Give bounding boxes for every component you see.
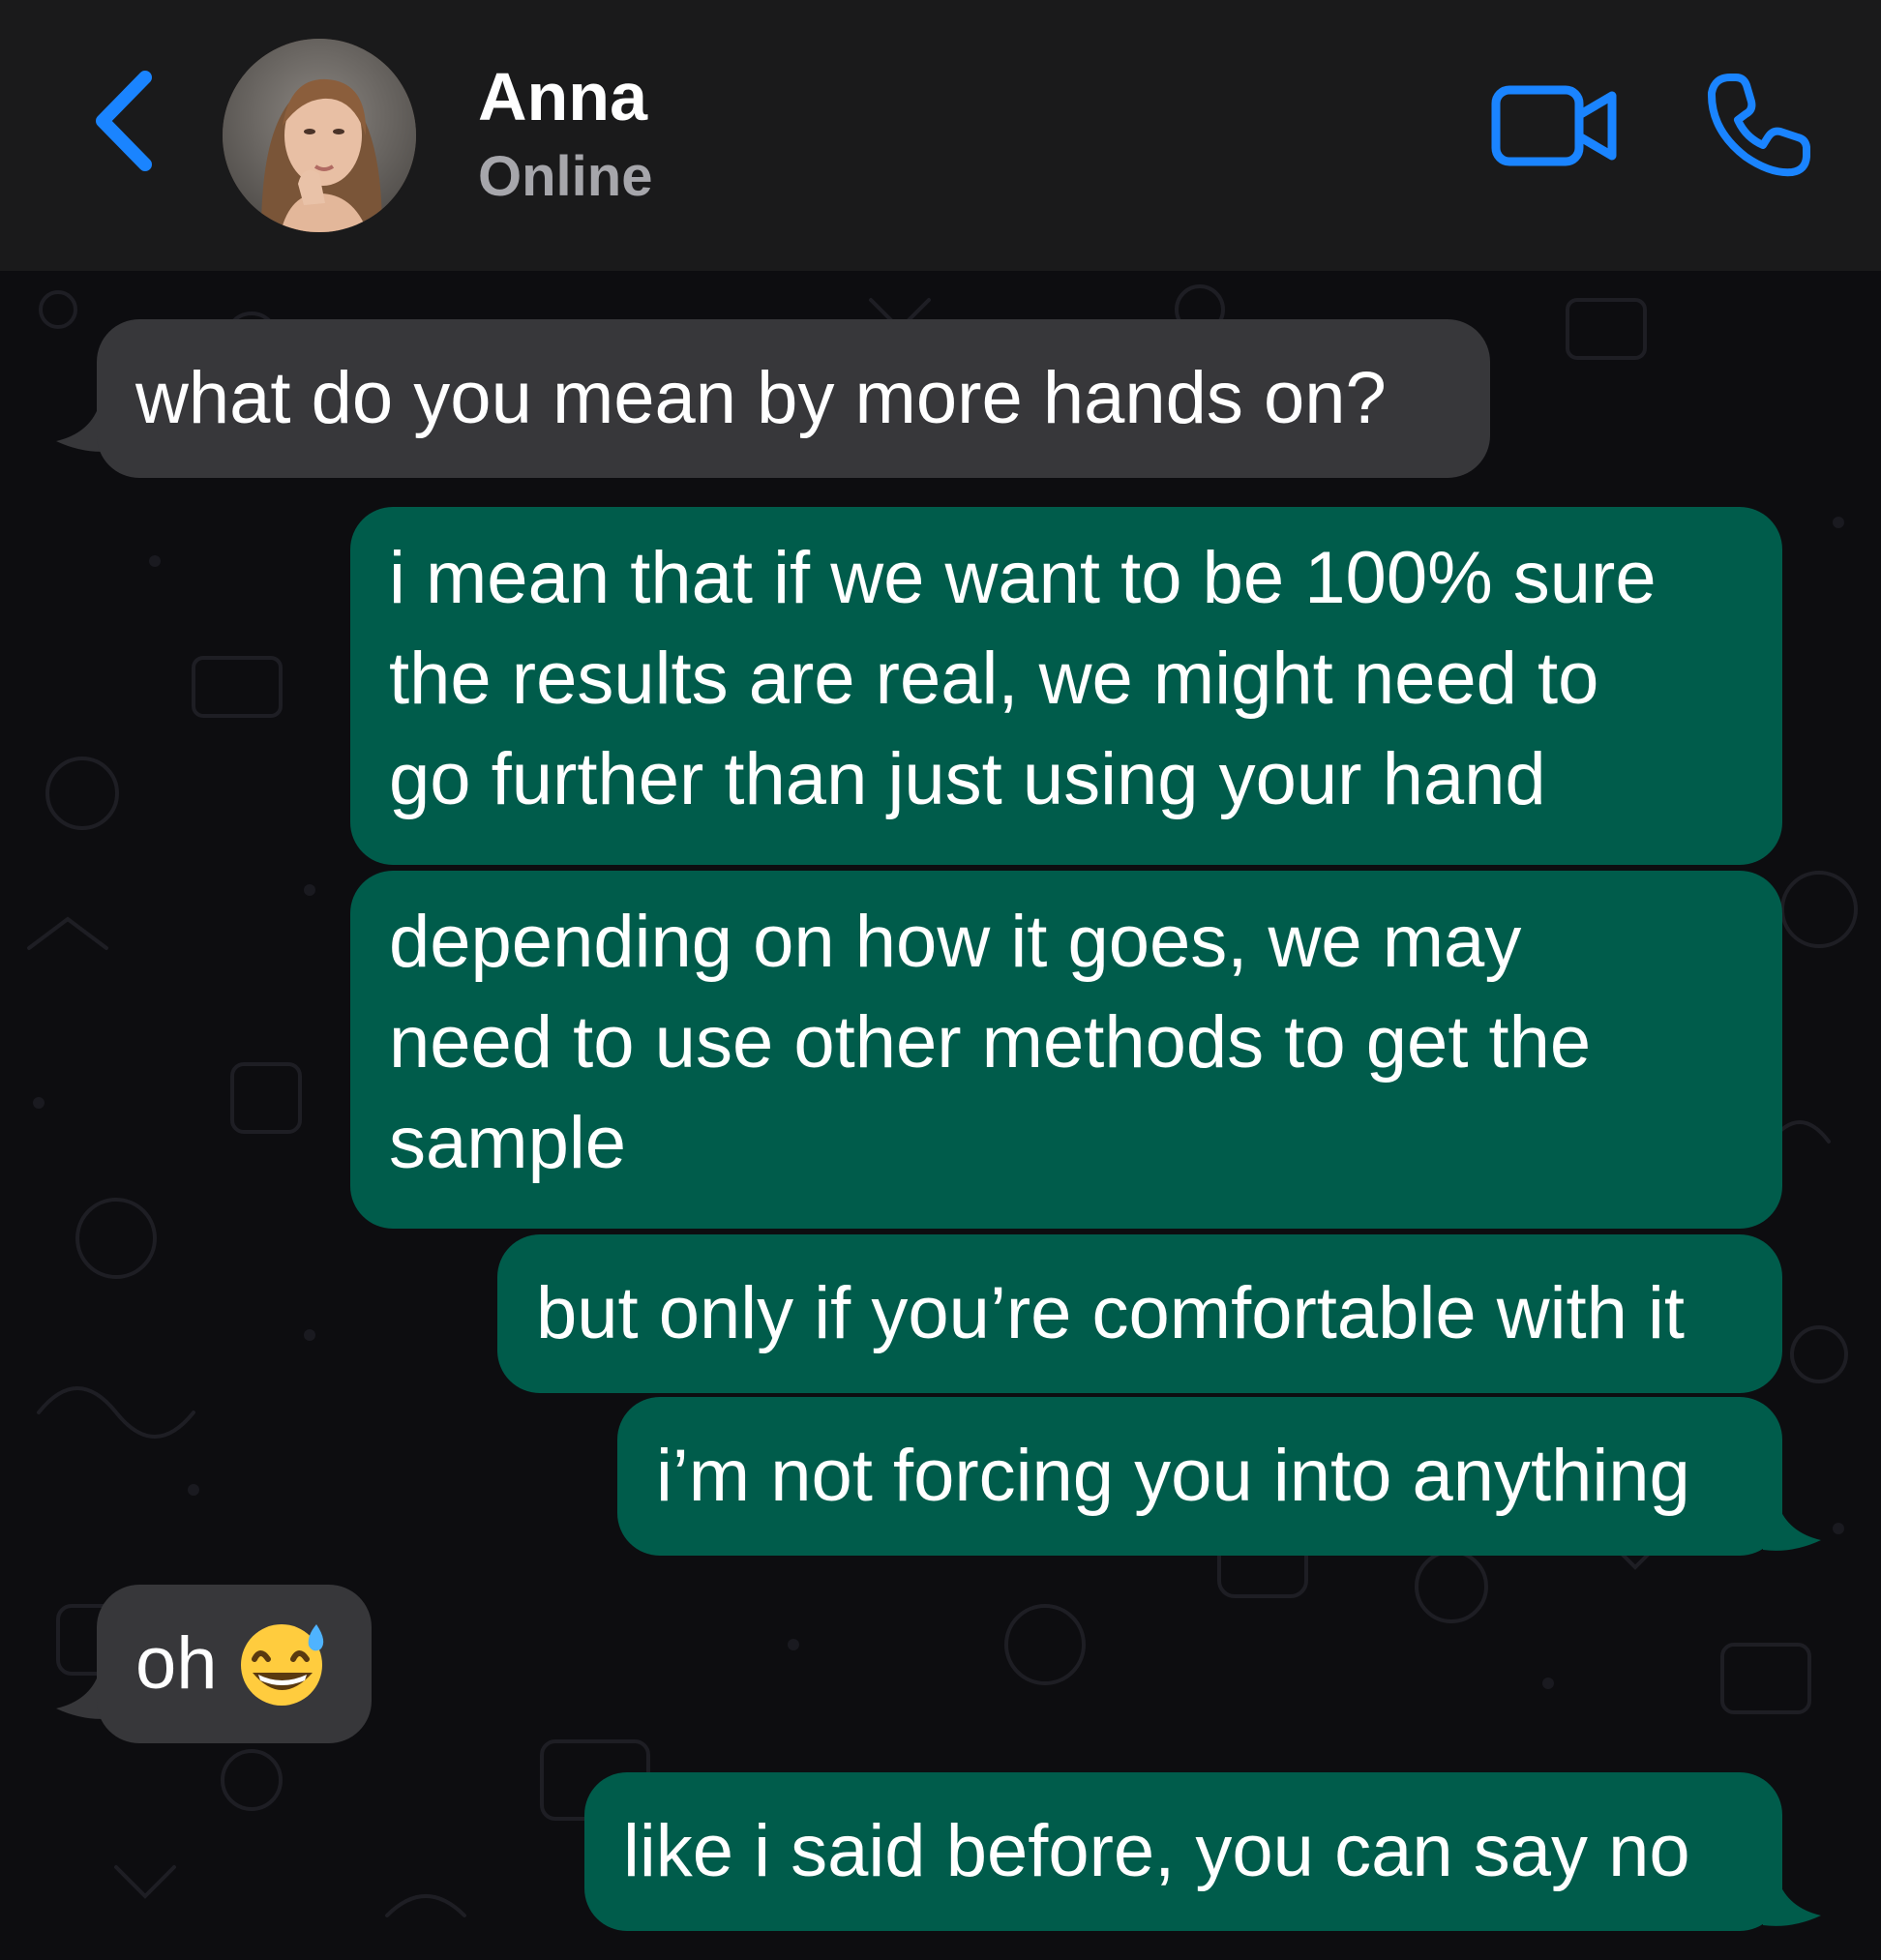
message-text: but only if you’re comfortable with it [536,1272,1685,1354]
contact-photo [223,39,416,232]
contact-name[interactable]: Anna [478,58,647,135]
message-bubble-outgoing[interactable]: i mean that if we want to be 100% sure t… [350,507,1782,865]
message-bubble-outgoing[interactable]: i’m not forcing you into anything [617,1397,1782,1556]
avatar[interactable] [223,39,416,232]
back-button[interactable] [87,68,164,174]
message-line: go further than just using your hand [389,738,1546,820]
voice-call-button[interactable] [1703,70,1814,181]
message-text-content: oh [135,1622,218,1705]
message-bubble-incoming[interactable]: what do you mean by more hands on? [97,319,1490,478]
message-line: the results are real, we might need to [389,638,1599,720]
chat-screen: Anna Online what do you mean by more han… [0,0,1881,1960]
message-line: i mean that if we want to be 100% sure [389,537,1657,619]
message-line: depending on how it goes, we may [389,901,1522,983]
video-camera-icon [1491,85,1617,166]
bubble-tail [1763,1881,1821,1926]
message-bubble-outgoing[interactable]: but only if you’re comfortable with it [497,1234,1782,1393]
message-line: sample [389,1102,626,1184]
message-text: oh [135,1614,333,1714]
video-call-button[interactable] [1490,82,1621,169]
message-bubble-outgoing[interactable]: depending on how it goes, we may need to… [350,871,1782,1229]
grinning-face-with-sweat-icon [240,1623,323,1706]
phone-icon [1707,74,1810,177]
chevron-left-icon [96,71,152,171]
message-bubble-incoming[interactable]: oh [97,1585,372,1743]
bubble-tail [1763,1505,1821,1551]
message-bubble-outgoing[interactable]: like i said before, you can say no [584,1772,1782,1931]
chat-header: Anna Online [0,0,1881,271]
message-text: like i said before, you can say no [623,1810,1690,1892]
message-text: what do you mean by more hands on? [135,357,1387,439]
message-line: need to use other methods to get the [389,1001,1592,1084]
contact-status: Online [478,145,653,208]
message-text: i’m not forcing you into anything [656,1435,1690,1517]
